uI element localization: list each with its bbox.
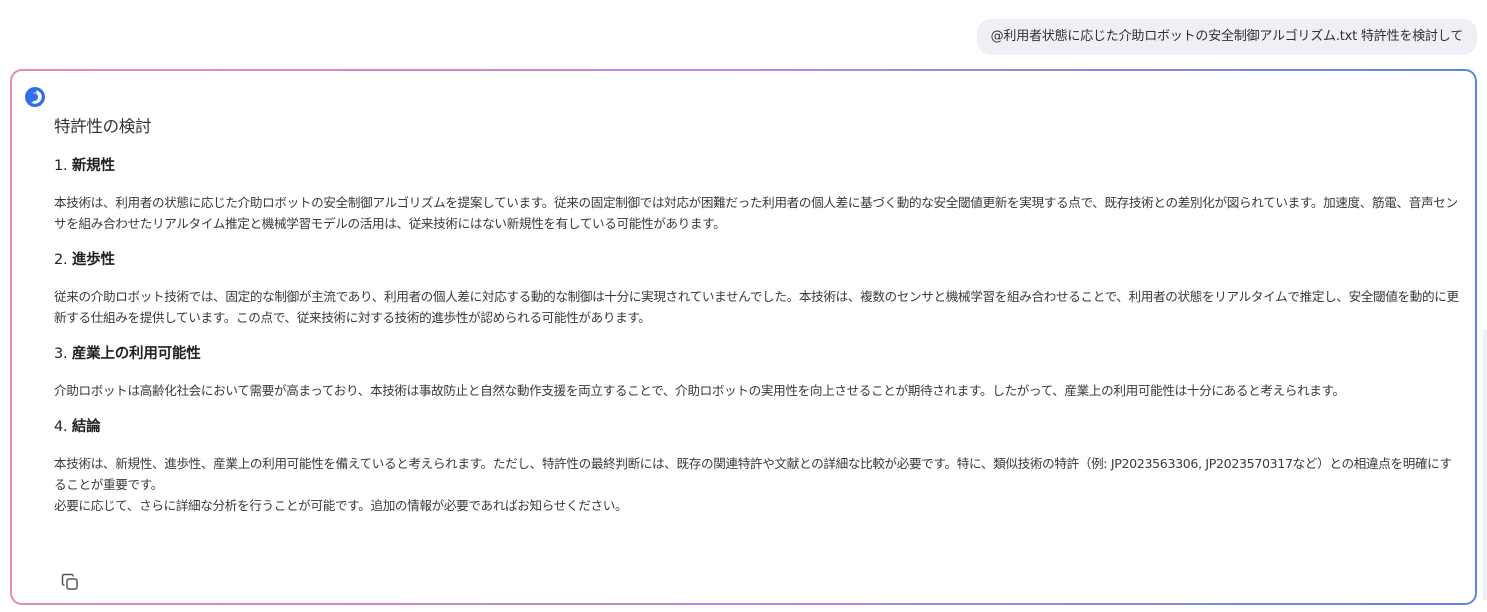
scrollbar-track[interactable] (1483, 330, 1487, 600)
section-heading: 3. 産業上の利用可能性 (54, 343, 1464, 365)
copy-button[interactable] (58, 570, 82, 594)
chat-page: @利用者状態に応じた介助ロボットの安全制御アルゴリズム.txt 特許性を検討して… (0, 0, 1487, 612)
answer-content: 特許性の検討 1. 新規性 本技術は、利用者の状態に応じた介助ロボットの安全制御… (54, 115, 1464, 531)
section-body: 本技術は、新規性、進歩性、産業上の利用可能性を備えていると考えられます。ただし、… (54, 453, 1464, 516)
section-heading: 1. 新規性 (54, 155, 1464, 177)
section-inventive-step: 2. 進歩性 従来の介助ロボット技術では、固定的な制御が主流であり、利用者の個人… (54, 249, 1464, 328)
paragraph: 本技術は、新規性、進歩性、産業上の利用可能性を備えていると考えられます。ただし、… (54, 456, 1452, 492)
paragraph: 介助ロボットは高齢化社会において需要が高まっており、本技術は事故防止と自然な動作… (54, 383, 1345, 398)
section-number: 4. (54, 419, 72, 435)
answer-title: 特許性の検討 (54, 117, 152, 136)
assistant-answer-card: 特許性の検討 1. 新規性 本技術は、利用者の状態に応じた介助ロボットの安全制御… (10, 69, 1477, 605)
section-label: 産業上の利用可能性 (71, 346, 201, 362)
paragraph: 従来の介助ロボット技術では、固定的な制御が主流であり、利用者の個人差に対応する動… (54, 289, 1459, 325)
section-label: 新規性 (71, 158, 115, 174)
paragraph: 本技術は、利用者の状態に応じた介助ロボットの安全制御アルゴリズムを提案しています… (54, 195, 1458, 231)
paragraph: 必要に応じて、さらに詳細な分析を行うことが可能です。追加の情報が必要であればお知… (54, 498, 628, 513)
user-message-row: @利用者状態に応じた介助ロボットの安全制御アルゴリズム.txt 特許性を検討して (976, 19, 1477, 55)
section-label: 結論 (71, 419, 101, 435)
section-novelty: 1. 新規性 本技術は、利用者の状態に応じた介助ロボットの安全制御アルゴリズムを… (54, 155, 1464, 234)
section-label: 進歩性 (71, 252, 115, 268)
section-conclusion: 4. 結論 本技術は、新規性、進歩性、産業上の利用可能性を備えていると考えられま… (54, 416, 1464, 516)
user-message-bubble: @利用者状態に応じた介助ロボットの安全制御アルゴリズム.txt 特許性を検討して (976, 19, 1477, 55)
section-body: 本技術は、利用者の状態に応じた介助ロボットの安全制御アルゴリズムを提案しています… (54, 192, 1464, 234)
section-number: 3. (54, 346, 72, 362)
assistant-logo-icon (23, 85, 47, 109)
section-body: 介助ロボットは高齢化社会において需要が高まっており、本技術は事故防止と自然な動作… (54, 380, 1464, 401)
section-number: 2. (54, 252, 72, 268)
copy-icon (61, 573, 78, 590)
section-heading: 2. 進歩性 (54, 249, 1464, 271)
section-industrial-applicability: 3. 産業上の利用可能性 介助ロボットは高齢化社会において需要が高まっており、本… (54, 343, 1464, 401)
section-body: 従来の介助ロボット技術では、固定的な制御が主流であり、利用者の個人差に対応する動… (54, 286, 1464, 328)
section-number: 1. (54, 158, 72, 174)
section-heading: 4. 結論 (54, 416, 1464, 438)
